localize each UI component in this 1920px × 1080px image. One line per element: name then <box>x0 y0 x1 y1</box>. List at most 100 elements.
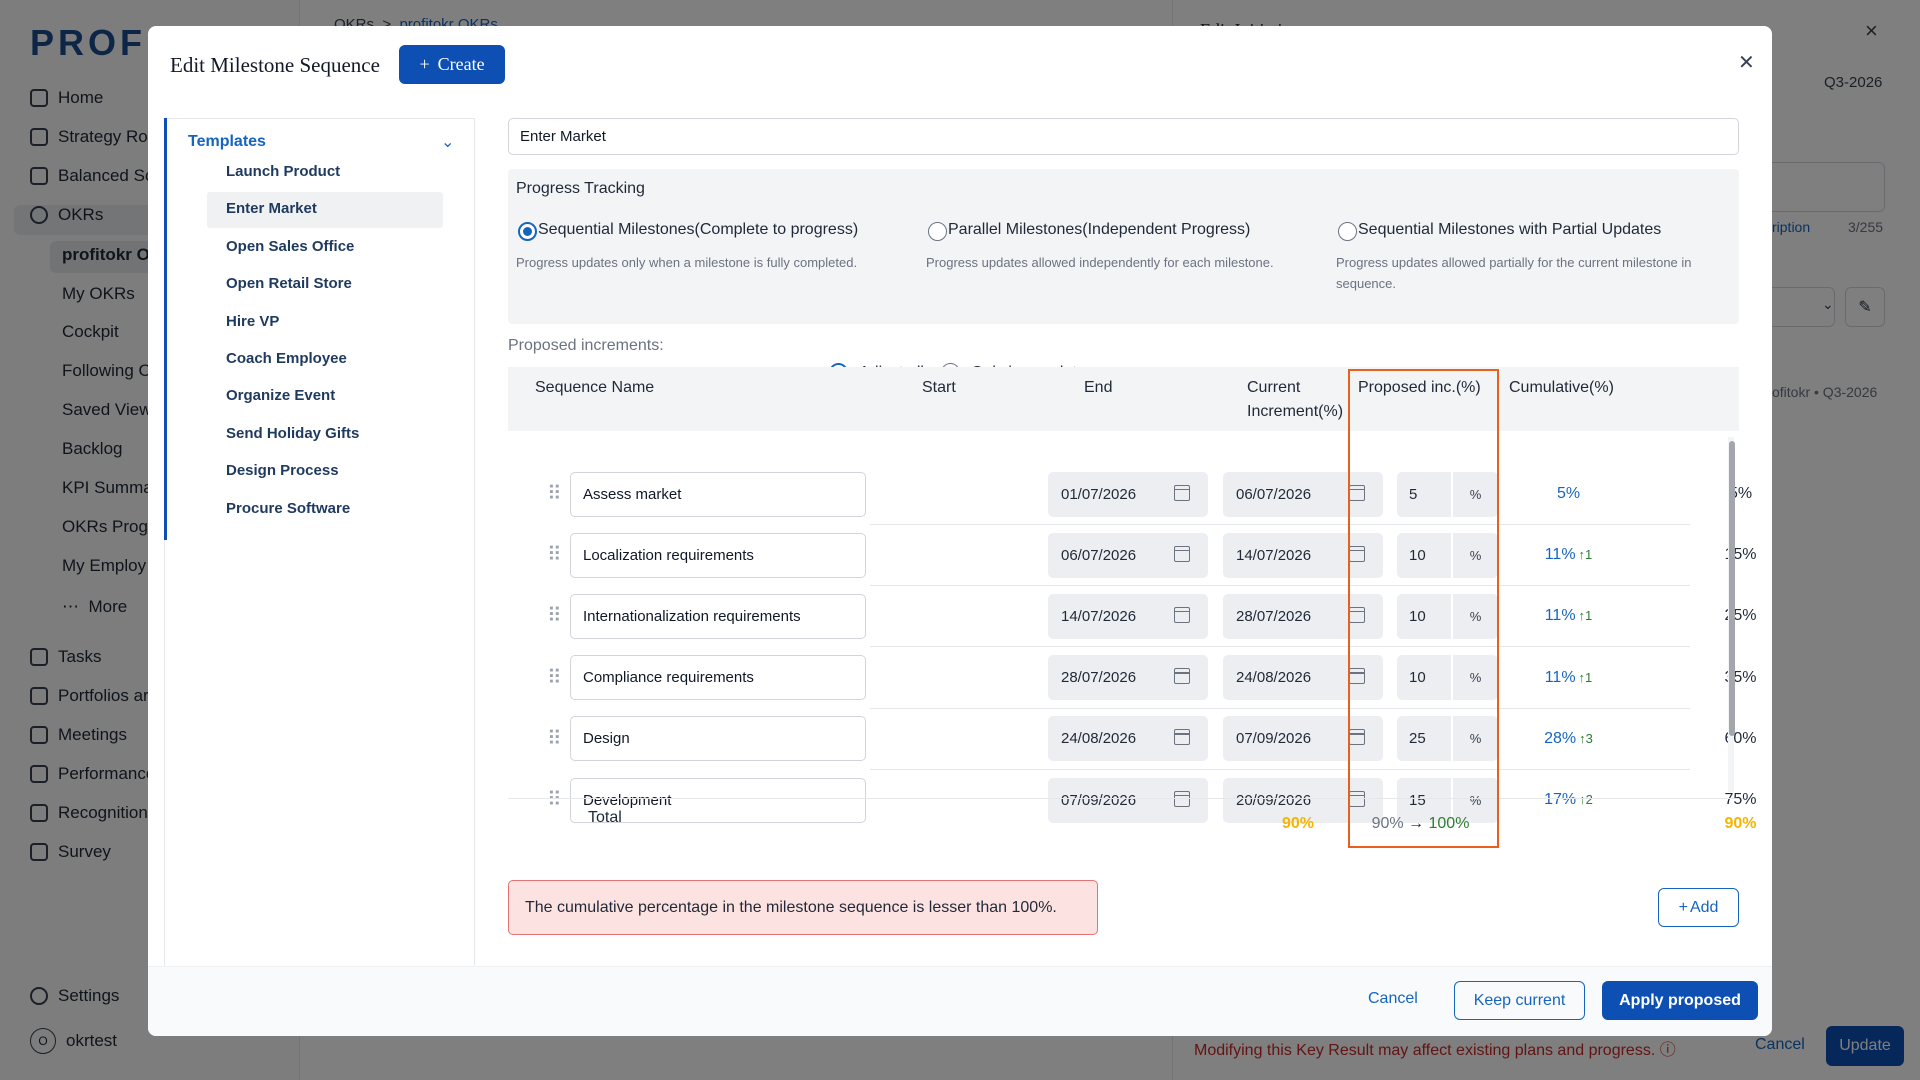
chevron-down-icon[interactable]: ⌄ <box>441 132 454 152</box>
sequence-name-input[interactable]: Enter Market <box>508 118 1739 155</box>
proposed-value: 11% <box>1544 546 1576 564</box>
proposed-value: 11% <box>1544 607 1576 625</box>
proposed-increments-label: Proposed increments: <box>508 337 664 354</box>
cumulative-value: 75% <box>1724 791 1757 808</box>
template-item[interactable]: Launch Product <box>226 163 340 180</box>
tracking-radio[interactable] <box>518 222 537 241</box>
col-end: End <box>1084 379 1113 396</box>
total-divider <box>508 798 1739 799</box>
col-start: Start <box>922 379 956 396</box>
templates-header[interactable]: Templates <box>188 133 266 151</box>
edit-milestone-modal: Edit Milestone Sequence + Create ✕ Templa… <box>148 26 1772 1036</box>
total-label: Total <box>588 809 622 826</box>
end-date-value: 20/09/2026 <box>1236 791 1312 809</box>
calendar-icon[interactable] <box>1174 545 1190 562</box>
increase-delta: ↑1 <box>1578 608 1593 624</box>
milestone-name-input[interactable]: Design <box>570 716 866 762</box>
plus-icon: + <box>1678 898 1688 916</box>
col-current-line1: Current <box>1247 379 1301 396</box>
template-item[interactable]: Design Process <box>226 462 339 479</box>
drag-handle-icon[interactable]: ⠿ <box>547 668 562 688</box>
template-item[interactable]: Procure Software <box>226 500 350 517</box>
progress-tracking-title: Progress Tracking <box>516 180 645 197</box>
increase-delta: ↑2 <box>1579 792 1593 807</box>
milestone-name-input[interactable]: Internationalization requirements <box>570 593 866 639</box>
row-divider <box>870 524 1690 525</box>
drag-handle-icon[interactable]: ⠿ <box>547 484 562 504</box>
start-date-value: 28/07/2026 <box>1061 669 1137 687</box>
proposed-value: 5% <box>1556 485 1581 502</box>
template-item[interactable]: Send Holiday Gifts <box>226 425 359 442</box>
end-date-value: 24/08/2026 <box>1236 669 1312 687</box>
calendar-icon[interactable] <box>1174 729 1190 746</box>
create-button[interactable]: + Create <box>399 45 505 84</box>
template-item[interactable]: Open Sales Office <box>226 238 354 255</box>
increase-delta: ↑1 <box>1578 547 1593 563</box>
col-cumulative: Cumulative(%) <box>1509 379 1614 396</box>
row-divider <box>870 707 1690 709</box>
proposed-increment: 17% ↑2 <box>1496 791 1641 809</box>
start-date-input[interactable]: 06/07/2026 <box>1048 532 1208 578</box>
tracking-option-desc: Progress updates only when a milestone i… <box>516 255 858 270</box>
drag-handle-icon[interactable]: ⠿ <box>547 729 562 749</box>
drag-handle-icon[interactable]: ⠿ <box>547 790 562 810</box>
start-date-input[interactable]: 24/08/2026 <box>1048 716 1208 762</box>
tracking-option-desc: Progress updates allowed independently f… <box>926 255 1274 270</box>
start-date-input[interactable]: 01/07/2026 <box>1048 471 1208 517</box>
template-item[interactable]: Open Retail Store <box>226 275 352 292</box>
drag-handle-icon[interactable]: ⠿ <box>547 606 562 626</box>
template-item[interactable]: Organize Event <box>226 387 335 404</box>
start-date-value: 24/08/2026 <box>1061 730 1137 748</box>
tracking-radio[interactable] <box>1338 222 1357 241</box>
error-message: The cumulative percentage in the milesto… <box>508 880 1098 935</box>
modal-title: Edit Milestone Sequence <box>170 53 380 77</box>
start-date-value: 06/07/2026 <box>1061 546 1137 564</box>
end-date-value: 07/09/2026 <box>1236 730 1312 748</box>
drag-handle-icon[interactable]: ⠿ <box>547 545 562 565</box>
tracking-option-label[interactable]: Parallel Milestones(Independent Progress… <box>948 221 1250 239</box>
start-date-input[interactable]: 14/07/2026 <box>1048 593 1208 639</box>
progress-tracking-box <box>508 169 1739 324</box>
row-divider <box>870 768 1690 770</box>
increase-delta: ↑3 <box>1579 730 1593 746</box>
cancel-button[interactable]: Cancel <box>1368 990 1418 1008</box>
proposed-value: 17% <box>1544 791 1577 808</box>
col-sequence-name: Sequence Name <box>535 379 655 396</box>
start-date-input[interactable]: 28/07/2026 <box>1048 655 1208 701</box>
cumulative-value: 5% <box>1728 485 1753 502</box>
row-divider <box>870 646 1690 648</box>
milestone-name-input[interactable]: Compliance requirements <box>570 655 866 701</box>
template-item[interactable]: Hire VP <box>226 313 279 330</box>
tracking-radio[interactable] <box>928 222 947 241</box>
cumulative-value: 35% <box>1724 668 1757 686</box>
start-date-value: 14/07/2026 <box>1061 607 1137 625</box>
proposed-increment: 11% ↑1 <box>1496 546 1641 564</box>
calendar-icon[interactable] <box>1174 668 1190 685</box>
cumulative-value: 60% <box>1724 729 1757 747</box>
start-date-value: 01/07/2026 <box>1061 485 1137 503</box>
templates-accent-bar <box>164 118 167 540</box>
cumulative-value: 15% <box>1724 546 1757 564</box>
calendar-icon[interactable] <box>1174 484 1190 501</box>
tracking-option-label[interactable]: Sequential Milestones with Partial Updat… <box>1358 221 1661 239</box>
table-scrollbar[interactable] <box>1729 441 1735 736</box>
calendar-icon[interactable] <box>1174 606 1190 623</box>
close-icon[interactable]: ✕ <box>1738 50 1755 75</box>
milestone-name-input[interactable]: Assess market <box>570 471 866 517</box>
proposed-increment: 11% ↑1 <box>1496 607 1641 625</box>
add-button[interactable]: + Add <box>1658 888 1739 927</box>
milestone-name-input[interactable]: Localization requirements <box>570 532 866 578</box>
template-item[interactable]: Enter Market <box>226 200 317 217</box>
template-item[interactable]: Coach Employee <box>226 350 347 367</box>
keep-current-button[interactable]: Keep current <box>1454 981 1585 1020</box>
cumulative-value: 25% <box>1724 607 1757 625</box>
total-current: 90% <box>1281 815 1315 832</box>
start-date-input[interactable]: 07/09/2026 <box>1048 777 1208 823</box>
tracking-option-desc: Progress updates allowed partially for t… <box>1336 255 1692 291</box>
apply-proposed-button[interactable]: Apply proposed <box>1602 981 1758 1020</box>
tracking-option-label[interactable]: Sequential Milestones(Complete to progre… <box>538 221 858 239</box>
col-current-increment: Current Increment(%) <box>1247 376 1343 424</box>
proposed-increment: 5% <box>1496 485 1641 503</box>
end-date-value: 28/07/2026 <box>1236 607 1312 625</box>
proposed-value: 11% <box>1544 668 1576 686</box>
